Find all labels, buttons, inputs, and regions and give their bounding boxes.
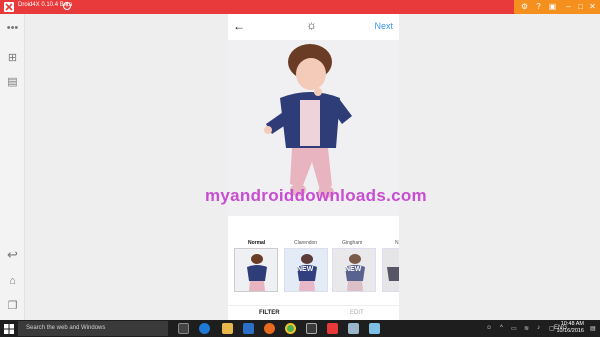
- action-center-icon[interactable]: ▤: [590, 325, 596, 332]
- filter-label-normal: Normal: [248, 240, 266, 246]
- window-controls: ⚙ ? ▣ – □ ✕: [514, 0, 600, 14]
- filter-label-next: N: [395, 240, 399, 246]
- recent-icon[interactable]: ❐: [6, 300, 19, 313]
- tab-filter[interactable]: FILTER: [259, 310, 280, 316]
- tab-edit[interactable]: EDIT: [350, 310, 364, 316]
- file-explorer-icon[interactable]: [222, 323, 233, 334]
- more-icon[interactable]: •••: [6, 22, 19, 35]
- new-badge: NEW: [345, 266, 362, 273]
- emulator-titlebar: Droid4X 0.10.4 Beta ! ⚙ ? ▣ – □ ✕: [0, 0, 600, 14]
- home-icon[interactable]: ⌂: [6, 275, 19, 288]
- help-icon[interactable]: ?: [534, 2, 543, 11]
- apk-icon[interactable]: ▤: [6, 76, 19, 89]
- droid4x-logo-icon: [4, 2, 14, 12]
- close-icon[interactable]: ✕: [588, 2, 597, 11]
- chrome-icon[interactable]: [285, 323, 296, 334]
- filter-strip: Normal Clarendon Gingham N NEW NEW: [228, 216, 399, 305]
- droid4x-taskbar-icon[interactable]: [327, 323, 338, 334]
- filter-thumb-normal[interactable]: [234, 248, 278, 292]
- info-icon[interactable]: !: [63, 2, 71, 10]
- minimize-icon[interactable]: –: [564, 2, 573, 11]
- volume-icon[interactable]: ♪: [537, 325, 540, 331]
- clock-time: 10:48 AM: [560, 321, 584, 327]
- paint-icon[interactable]: [348, 323, 359, 334]
- battery-icon[interactable]: ▭: [511, 325, 517, 332]
- phone-screen: ← ☼ Next Normal Clarendon Gingham N NEW …: [228, 14, 399, 320]
- task-view-icon[interactable]: [178, 323, 189, 334]
- maximize-icon[interactable]: □: [576, 2, 585, 11]
- generic-app-icon[interactable]: [306, 323, 317, 334]
- taskbar-search-placeholder: Search the web and Windows: [26, 325, 106, 331]
- filter-thumb-gingham[interactable]: NEW: [332, 248, 376, 292]
- watermark-text: myandroiddownloads.com: [205, 186, 427, 205]
- back-arrow-icon[interactable]: ←: [233, 19, 245, 33]
- firefox-icon[interactable]: [264, 323, 275, 334]
- thumb-image: [383, 249, 399, 291]
- app-header: ← ☼ Next: [228, 14, 399, 40]
- new-badge: NEW: [297, 266, 314, 273]
- filter-label-clarendon: Clarendon: [294, 240, 318, 246]
- clock-date: 10/16/2016: [556, 328, 584, 334]
- filter-thumb-clarendon[interactable]: NEW: [284, 248, 328, 292]
- skin-icon[interactable]: ▣: [548, 2, 557, 11]
- lux-icon[interactable]: ☼: [306, 18, 317, 32]
- store-icon[interactable]: [243, 323, 254, 334]
- wifi-icon[interactable]: ≋: [524, 325, 529, 332]
- thumb-image: [235, 249, 277, 291]
- editor-tabs: FILTER EDIT: [228, 305, 399, 320]
- layout-icon[interactable]: ⊞: [6, 52, 19, 65]
- edge-icon[interactable]: [199, 323, 210, 334]
- photos-icon[interactable]: [369, 323, 380, 334]
- taskbar-search[interactable]: Search the web and Windows: [18, 321, 168, 336]
- person-icon[interactable]: ☺: [486, 325, 492, 331]
- taskbar-clock[interactable]: 10:48 AM 10/16/2016: [556, 321, 584, 335]
- emulator-side-toolbar: ••• ⊞ ▤ ↩ ⌂ ❐: [0, 14, 25, 320]
- settings-icon[interactable]: ⚙: [520, 2, 529, 11]
- back-icon[interactable]: ↩: [6, 248, 19, 261]
- chevron-up-icon[interactable]: ^: [500, 325, 503, 331]
- windows-taskbar: Search the web and Windows ☺ ^ ▭ ≋ ♪ ▢ E…: [0, 320, 600, 337]
- filter-label-gingham: Gingham: [342, 240, 363, 246]
- filter-thumb-next[interactable]: [382, 248, 399, 292]
- next-button[interactable]: Next: [374, 21, 393, 31]
- windows-start-icon[interactable]: [4, 324, 14, 334]
